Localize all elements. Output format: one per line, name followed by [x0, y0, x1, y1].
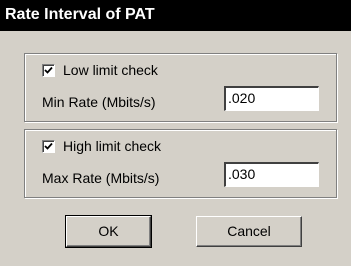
high-limit-check-row[interactable]: High limit check	[42, 138, 161, 154]
low-limit-checkbox[interactable]	[42, 63, 55, 77]
window-title: Rate Interval of PAT	[5, 6, 155, 23]
low-limit-group: Low limit check Min Rate (Mbits/s) .020	[24, 53, 337, 122]
max-rate-label: Max Rate (Mbits/s)	[42, 170, 160, 186]
high-limit-check-label: High limit check	[63, 138, 162, 154]
title-bar: Rate Interval of PAT	[0, 0, 351, 31]
cancel-button[interactable]: Cancel	[196, 216, 302, 247]
max-rate-input[interactable]: .030	[224, 162, 319, 187]
low-limit-check-label: Low limit check	[63, 62, 158, 78]
check-mark-icon	[44, 66, 53, 74]
min-rate-label: Min Rate (Mbits/s)	[42, 94, 156, 110]
low-limit-check-row[interactable]: Low limit check	[42, 62, 158, 78]
rate-interval-dialog: Low limit check Min Rate (Mbits/s) .020 …	[0, 31, 351, 266]
min-rate-input[interactable]: .020	[224, 86, 319, 111]
check-mark-icon	[44, 142, 53, 150]
ok-button[interactable]: OK	[65, 215, 152, 248]
high-limit-group: High limit check Max Rate (Mbits/s) .030	[24, 129, 337, 198]
high-limit-checkbox[interactable]	[42, 139, 55, 153]
